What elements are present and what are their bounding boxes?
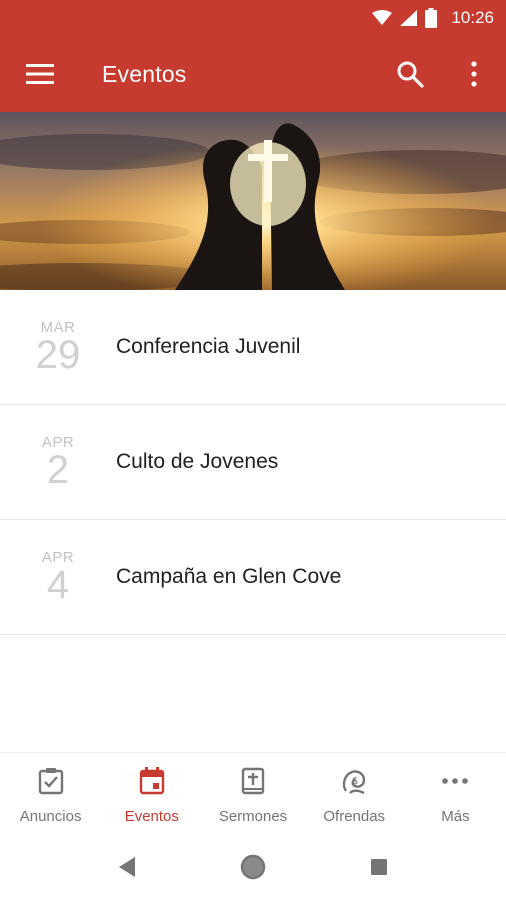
wifi-icon	[372, 10, 393, 26]
nav-label: Anuncios	[19, 808, 82, 825]
battery-icon	[425, 8, 438, 28]
event-row[interactable]: APR 2 Culto de Jovenes	[0, 405, 506, 520]
event-date: APR 4	[0, 550, 116, 605]
recents-icon[interactable]	[316, 857, 442, 877]
event-day: 4	[46, 562, 70, 607]
more-vert-icon[interactable]	[442, 36, 506, 112]
clipboard-check-icon	[38, 767, 64, 800]
nav-item-eventos[interactable]: Eventos	[101, 753, 202, 834]
app-bar: Eventos	[0, 36, 506, 112]
nav-item-ofrendas[interactable]: $ Ofrendas	[304, 753, 405, 834]
hamburger-menu-icon[interactable]	[0, 36, 80, 112]
nav-item-mas[interactable]: Más	[405, 753, 506, 834]
back-icon[interactable]	[64, 856, 190, 878]
event-date: APR 2	[0, 435, 116, 490]
calendar-icon	[139, 767, 165, 800]
event-row[interactable]: MAR 29 Conferencia Juvenil	[0, 290, 506, 405]
nav-label: Más	[441, 808, 470, 825]
event-day: 29	[35, 332, 81, 377]
event-row[interactable]: APR 4 Campaña en Glen Cove	[0, 520, 506, 635]
giving-icon: $	[340, 767, 368, 800]
event-title: Culto de Jovenes	[116, 450, 279, 473]
nav-item-sermones[interactable]: Sermones	[202, 753, 303, 834]
status-time: 10:26	[451, 8, 494, 27]
nav-item-anuncios[interactable]: Anuncios	[0, 753, 101, 834]
event-title: Campaña en Glen Cove	[116, 565, 342, 588]
event-day: 2	[46, 447, 70, 492]
hero-image	[0, 112, 506, 290]
events-list: MAR 29 Conferencia Juvenil APR 2 Culto d…	[0, 290, 506, 635]
nav-label: Eventos	[124, 808, 179, 825]
page-title: Eventos	[102, 60, 187, 87]
event-date: MAR 29	[0, 320, 116, 375]
svg-text:$: $	[352, 776, 358, 787]
event-title: Conferencia Juvenil	[116, 335, 301, 358]
cell-signal-icon	[400, 10, 418, 26]
system-nav-bar	[0, 834, 506, 900]
nav-label: Ofrendas	[323, 808, 386, 825]
bottom-nav: Anuncios Eventos Sermones $ Ofrendas Más	[0, 752, 506, 834]
home-icon[interactable]	[190, 854, 316, 880]
more-horiz-icon	[441, 767, 469, 800]
status-bar: 10:26	[0, 0, 506, 36]
search-icon[interactable]	[378, 36, 442, 112]
bible-icon	[240, 767, 266, 800]
nav-label: Sermones	[218, 808, 288, 825]
